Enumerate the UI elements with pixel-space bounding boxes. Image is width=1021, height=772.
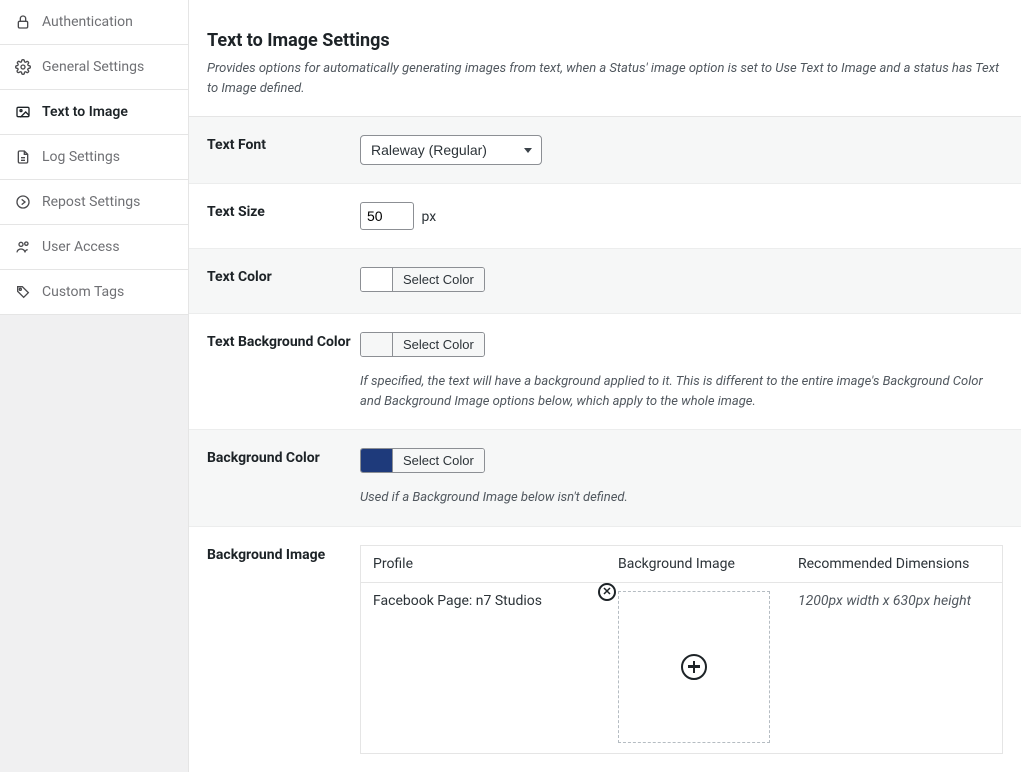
row-bg-image: Background Image Profile Background Imag…	[189, 527, 1021, 772]
select-color-button[interactable]: Select Color	[393, 449, 484, 472]
select-color-button[interactable]: Select Color	[393, 333, 484, 356]
row-text-bg-color: Text Background Color Select Color If sp…	[189, 314, 1021, 430]
text-color-picker[interactable]: Select Color	[360, 267, 485, 292]
settings-sidebar: Authentication General Settings Text to …	[0, 0, 188, 772]
col-header-image: Background Image	[606, 546, 786, 582]
col-header-profile: Profile	[361, 546, 606, 582]
sidebar-item-label: Authentication	[42, 14, 133, 30]
image-upload-dropzone[interactable]	[618, 591, 770, 743]
sidebar-item-custom-tags[interactable]: Custom Tags	[0, 270, 188, 315]
tag-icon	[14, 283, 32, 301]
lock-icon	[14, 13, 32, 31]
sidebar-item-label: Text to Image	[42, 104, 128, 120]
panel-title: Text to Image Settings	[207, 30, 1003, 51]
table-row: Facebook Page: n7 Studios ✕ 1200px width…	[361, 583, 1002, 753]
panel-description: Provides options for automatically gener…	[207, 59, 1003, 98]
sidebar-item-user-access[interactable]: User Access	[0, 225, 188, 270]
cell-dimensions: 1200px width x 630px height	[786, 583, 1002, 753]
color-swatch	[361, 449, 393, 472]
image-icon	[14, 103, 32, 121]
text-bg-color-picker[interactable]: Select Color	[360, 332, 485, 357]
row-bg-color: Background Color Select Color Used if a …	[189, 430, 1021, 527]
row-text-color: Text Color Select Color	[189, 249, 1021, 314]
field-label: Text Size	[207, 202, 352, 220]
sidebar-item-authentication[interactable]: Authentication	[0, 0, 188, 45]
text-size-input[interactable]	[360, 202, 414, 230]
sidebar-item-label: User Access	[42, 239, 120, 255]
sidebar-item-label: Log Settings	[42, 149, 120, 165]
remove-image-button[interactable]: ✕	[598, 583, 616, 601]
color-swatch	[361, 268, 393, 291]
field-helper: If specified, the text will have a backg…	[360, 372, 1003, 411]
users-icon	[14, 238, 32, 256]
col-header-dimensions: Recommended Dimensions	[786, 546, 1002, 582]
sidebar-item-label: Repost Settings	[42, 194, 140, 210]
arrow-circle-icon	[14, 193, 32, 211]
field-label: Background Color	[207, 448, 352, 466]
panel-header: Text to Image Settings Provides options …	[189, 0, 1021, 117]
field-label: Text Font	[207, 135, 352, 153]
text-font-select[interactable]: Raleway (Regular)	[360, 135, 542, 165]
gear-icon	[14, 58, 32, 76]
bg-image-table: Profile Background Image Recommended Dim…	[360, 545, 1003, 754]
sidebar-item-text-to-image[interactable]: Text to Image	[0, 90, 188, 135]
plus-icon	[681, 654, 707, 680]
table-header: Profile Background Image Recommended Dim…	[361, 546, 1002, 583]
cell-image: ✕	[606, 583, 786, 753]
settings-panel: Text to Image Settings Provides options …	[188, 0, 1021, 772]
cell-profile: Facebook Page: n7 Studios	[361, 583, 606, 753]
row-text-size: Text Size px	[189, 184, 1021, 249]
field-label: Text Background Color	[207, 332, 352, 350]
sidebar-item-general[interactable]: General Settings	[0, 45, 188, 90]
sidebar-item-label: Custom Tags	[42, 284, 124, 300]
bg-color-picker[interactable]: Select Color	[360, 448, 485, 473]
select-color-button[interactable]: Select Color	[393, 268, 484, 291]
row-text-font: Text Font Raleway (Regular)	[189, 117, 1021, 184]
sidebar-item-repost[interactable]: Repost Settings	[0, 180, 188, 225]
field-label: Background Image	[207, 545, 352, 563]
field-helper: Used if a Background Image below isn't d…	[360, 488, 1003, 508]
field-label: Text Color	[207, 267, 352, 285]
color-swatch	[361, 333, 393, 356]
sidebar-item-log[interactable]: Log Settings	[0, 135, 188, 180]
unit-label: px	[421, 209, 436, 225]
document-icon	[14, 148, 32, 166]
sidebar-item-label: General Settings	[42, 59, 144, 75]
